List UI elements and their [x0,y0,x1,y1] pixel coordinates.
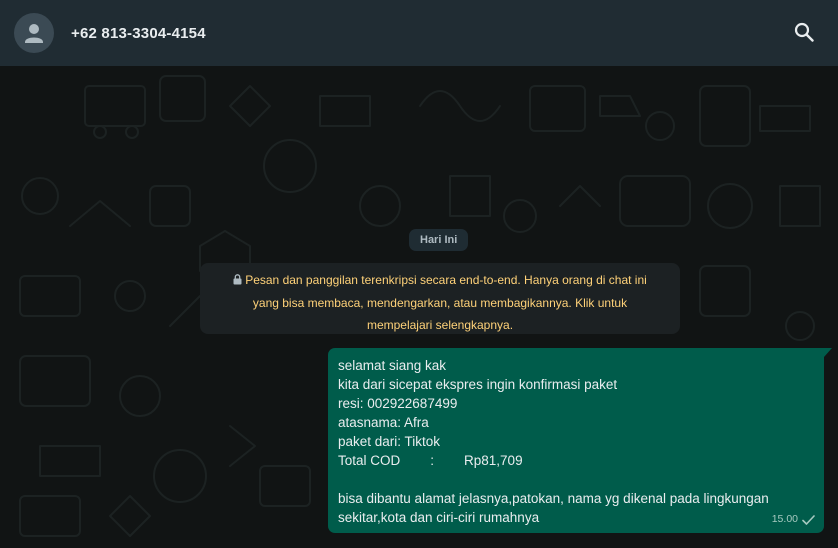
message-line: resi: 002922687499 [338,396,458,411]
date-separator: Hari Ini [409,229,469,251]
message-line: selamat siang kak [338,358,447,373]
chat-header: +62 813-3304-4154 [0,0,838,66]
default-user-avatar-icon [25,24,43,43]
encryption-notice-line-2: yang bisa membaca, mendengarkan, atau me… [252,295,628,310]
message-meta: 15.00 [772,510,815,529]
message-line: Total COD : Rp81,709 [338,453,523,468]
contact-avatar[interactable] [14,13,54,53]
message-line: atasnama: Afra [338,415,429,430]
single-check-icon [802,514,815,525]
message-line: paket dari: Tiktok [338,434,441,449]
search-button[interactable] [792,20,816,44]
message-line-blank [338,470,814,489]
encryption-notice-line-1: Pesan dan panggilan terenkripsi secara e… [212,269,668,292]
search-icon [794,22,814,42]
encryption-notice-line-3: mempelajari selengkapnya. [366,318,514,332]
message-line: bisa dibantu alamat jelasnya,patokan, na… [338,491,769,506]
encryption-notice[interactable]: Pesan dan panggilan terenkripsi secara e… [200,263,680,334]
message-time: 15.00 [771,513,798,525]
message-line: sekitar,kota dan ciri-ciri rumahnya [338,510,540,525]
contact-name[interactable]: +62 813-3304-4154 [71,25,206,42]
outgoing-message-bubble[interactable]: selamat siang kak kita dari sicepat eksp… [328,348,824,533]
chat-panel[interactable]: Hari Ini Pesan dan panggilan terenkripsi… [0,66,838,548]
message-line: kita dari sicepat ekspres ingin konfirma… [338,377,618,392]
lock-icon [233,274,242,285]
bubble-tail [824,348,832,357]
